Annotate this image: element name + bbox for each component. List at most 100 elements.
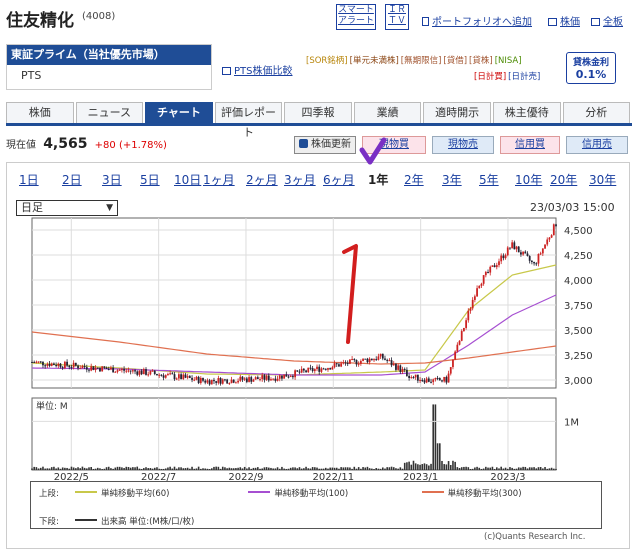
candle-body: [425, 378, 428, 383]
volume-bar: [94, 468, 97, 470]
candle-body: [237, 380, 239, 383]
volume-bar: [206, 468, 209, 470]
volume-bar: [35, 467, 38, 470]
legend-volume-swatch: [75, 519, 97, 521]
copyright: (c)Quants Research Inc.: [484, 532, 586, 542]
volume-bar: [458, 467, 461, 470]
volume-bar: [401, 468, 404, 470]
candle-body: [61, 367, 64, 369]
candle-body: [403, 368, 406, 370]
y-tick-label: 3,500: [564, 326, 593, 337]
candle-body: [120, 369, 123, 371]
candle-body: [110, 367, 112, 370]
volume-bar: [379, 468, 382, 470]
candle-body: [44, 365, 47, 367]
candle-body: [72, 362, 75, 368]
candle-body: [410, 377, 413, 379]
candle-body: [195, 376, 198, 380]
candle-body: [355, 359, 358, 365]
candle-body: [364, 358, 367, 360]
volume-bar: [421, 464, 424, 470]
volume-bar: [221, 466, 224, 470]
candle-body: [276, 378, 279, 381]
candle-body: [35, 361, 38, 363]
volume-bar: [72, 467, 75, 470]
volume-bar: [292, 467, 294, 470]
volume-bar: [182, 468, 185, 470]
volume-bar: [79, 468, 82, 470]
volume-bar: [384, 468, 386, 470]
candle-body: [318, 366, 321, 372]
candle-body: [408, 375, 411, 378]
volume-bar: [474, 467, 476, 470]
volume-bar: [116, 466, 119, 470]
candle-body: [370, 358, 373, 361]
volume-bar: [252, 467, 255, 470]
candle-body: [351, 359, 354, 361]
candle-body: [500, 255, 503, 262]
candle-body: [140, 370, 143, 375]
candle-body: [395, 363, 397, 370]
volume-bar: [219, 468, 222, 470]
legend-series-label: 単純移動平均(100): [274, 489, 349, 499]
candle-body: [438, 378, 441, 381]
volume-bar: [329, 467, 331, 470]
volume-bar: [553, 468, 555, 470]
volume-bar: [103, 468, 106, 470]
candle-body: [59, 363, 62, 368]
volume-bar: [118, 466, 121, 470]
candle-body: [436, 377, 439, 379]
candle-body: [254, 377, 257, 380]
volume-bar: [511, 467, 513, 470]
candle-body: [156, 373, 158, 376]
volume-bar: [368, 468, 371, 470]
volume-bar: [353, 466, 356, 470]
volume-bar: [37, 468, 40, 470]
volume-bar: [430, 463, 432, 470]
volume-bar: [68, 468, 71, 470]
volume-bar: [90, 467, 92, 470]
candle-body: [228, 383, 231, 385]
volume-bar: [278, 468, 281, 470]
candle-body: [289, 376, 292, 378]
volume-bar: [243, 466, 246, 470]
volume-bar: [263, 467, 266, 470]
y-tick-label: 3,000: [564, 376, 593, 387]
volume-bar: [224, 467, 226, 470]
candle-body: [39, 361, 42, 363]
candle-body: [456, 344, 459, 352]
candle-body: [66, 361, 68, 366]
candle-body: [305, 370, 307, 373]
candle-body: [171, 373, 174, 375]
chart-legend: 上段: 単純移動平均(60) 単純移動平均(100) 単純移動平均(300) 下段:…: [30, 481, 602, 529]
volume-bar: [338, 468, 340, 470]
volume-bar: [498, 468, 500, 470]
volume-bar: [465, 466, 467, 470]
volume-bar: [125, 466, 128, 470]
candle-body: [188, 376, 191, 378]
candle-body: [63, 361, 66, 368]
volume-bar: [544, 467, 546, 470]
y-tick-label: 4,250: [564, 251, 593, 262]
candle-body: [480, 283, 483, 286]
candle-body: [342, 362, 345, 364]
volume-bar: [493, 468, 496, 470]
legend-series-item: 単純移動平均(300): [421, 487, 595, 499]
candle-body: [123, 369, 125, 371]
candle-body: [234, 382, 237, 384]
candle-body: [199, 377, 202, 384]
candle-body: [522, 251, 525, 255]
volume-tick-label: 1M: [564, 417, 579, 428]
candle-body: [292, 376, 294, 378]
candle-body: [243, 378, 246, 380]
volume-bar: [340, 467, 342, 470]
legend-series-label: 単純移動平均(300): [447, 489, 522, 499]
candle-body: [465, 320, 468, 328]
volume-bar: [377, 468, 380, 470]
volume-bar: [239, 467, 242, 470]
candle-body: [88, 369, 90, 371]
candle-body: [392, 363, 395, 366]
candle-body: [495, 265, 498, 268]
candle-body: [419, 379, 421, 381]
volume-bar: [123, 468, 125, 470]
